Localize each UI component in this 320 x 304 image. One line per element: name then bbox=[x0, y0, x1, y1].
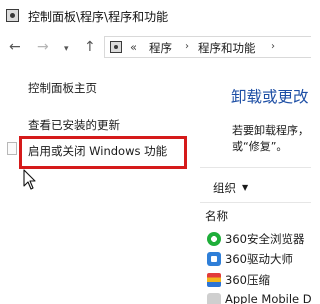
description-line-1: 若要卸载程序， bbox=[232, 124, 309, 137]
breadcrumb-programs-and-features[interactable]: 程序和功能 bbox=[198, 40, 256, 56]
breadcrumb-overflow-icon[interactable]: « bbox=[130, 40, 137, 54]
column-header-name[interactable]: 名称 bbox=[205, 208, 228, 224]
apple-mobile-icon bbox=[207, 293, 221, 304]
address-bar[interactable]: « 程序 › 程序和功能 › bbox=[104, 36, 311, 58]
highlight-box bbox=[19, 136, 187, 169]
control-panel-icon bbox=[6, 9, 19, 22]
up-arrow-icon[interactable]: ↑ bbox=[84, 38, 96, 56]
divider bbox=[200, 167, 311, 168]
title-bar: 控制面板\程序\程序和功能 bbox=[0, 0, 311, 32]
control-panel-icon bbox=[110, 41, 122, 53]
description-line-2: 或“修复”。 bbox=[232, 140, 288, 153]
divider bbox=[200, 202, 311, 203]
page-heading: 卸载或更改 bbox=[231, 88, 309, 106]
breadcrumb-separator-icon[interactable]: › bbox=[271, 41, 275, 52]
breadcrumb-programs[interactable]: 程序 bbox=[149, 40, 172, 56]
window-title: 控制面板\程序\程序和功能 bbox=[28, 10, 169, 24]
list-item[interactable]: Apple Mobile D bbox=[207, 291, 311, 304]
program-name: 360压缩 bbox=[225, 273, 270, 287]
forward-arrow-icon[interactable]: → bbox=[37, 38, 49, 56]
360driver-icon bbox=[207, 252, 221, 266]
document-icon bbox=[7, 142, 17, 155]
program-name: Apple Mobile D bbox=[225, 292, 311, 304]
organize-label: 组织 bbox=[213, 181, 236, 195]
control-panel-home-link[interactable]: 控制面板主页 bbox=[28, 80, 97, 96]
360browser-icon bbox=[207, 232, 221, 246]
organize-button[interactable]: 组织 ▼ bbox=[213, 180, 248, 196]
program-name: 360驱动大师 bbox=[225, 252, 293, 266]
mouse-cursor-icon bbox=[23, 169, 36, 190]
360zip-icon bbox=[207, 273, 221, 287]
program-name: 360安全浏览器 bbox=[225, 232, 305, 246]
list-item[interactable]: 360安全浏览器 bbox=[207, 230, 311, 248]
main-content: 卸载或更改 若要卸载程序， 或“修复”。 组织 ▼ 名称 360安全浏览器 360… bbox=[200, 62, 311, 304]
recent-locations-chevron-icon[interactable]: ▾ bbox=[64, 40, 69, 58]
back-arrow-icon[interactable]: ← bbox=[9, 38, 21, 56]
list-item[interactable]: 360压缩 bbox=[207, 271, 311, 289]
dropdown-arrow-icon: ▼ bbox=[242, 183, 249, 192]
view-installed-updates-link[interactable]: 查看已安装的更新 bbox=[28, 117, 120, 133]
list-item[interactable]: 360驱动大师 bbox=[207, 250, 311, 268]
breadcrumb-separator-icon[interactable]: › bbox=[185, 41, 189, 52]
